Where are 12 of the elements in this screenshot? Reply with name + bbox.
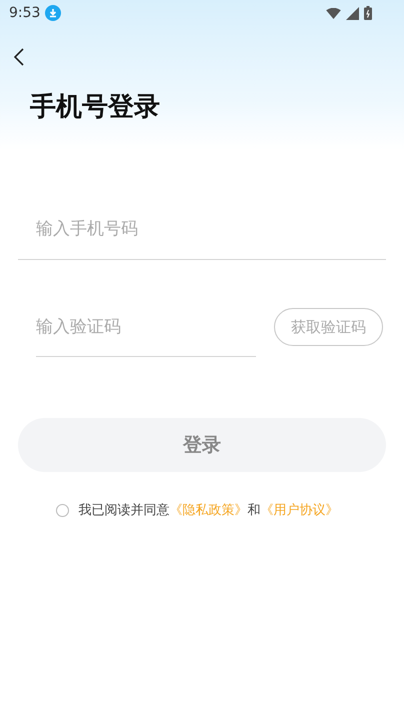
signal-icon (346, 6, 359, 20)
user-agreement-link[interactable]: 《用户协议》 (260, 503, 338, 518)
phone-input-field[interactable]: 输入手机号码 (18, 199, 386, 259)
battery-icon (364, 6, 372, 20)
page-title: 手机号登录 (30, 91, 161, 124)
wifi-icon (326, 8, 341, 18)
code-input-field[interactable]: 输入验证码 (36, 297, 256, 357)
agreement-text: 我已阅读并同意《隐私政策》和《用户协议》 (78, 502, 338, 519)
privacy-policy-link[interactable]: 《隐私政策》 (170, 503, 248, 518)
agreement-checkbox[interactable] (56, 504, 68, 516)
status-time: 9:53 (9, 5, 40, 21)
download-icon (45, 5, 62, 21)
